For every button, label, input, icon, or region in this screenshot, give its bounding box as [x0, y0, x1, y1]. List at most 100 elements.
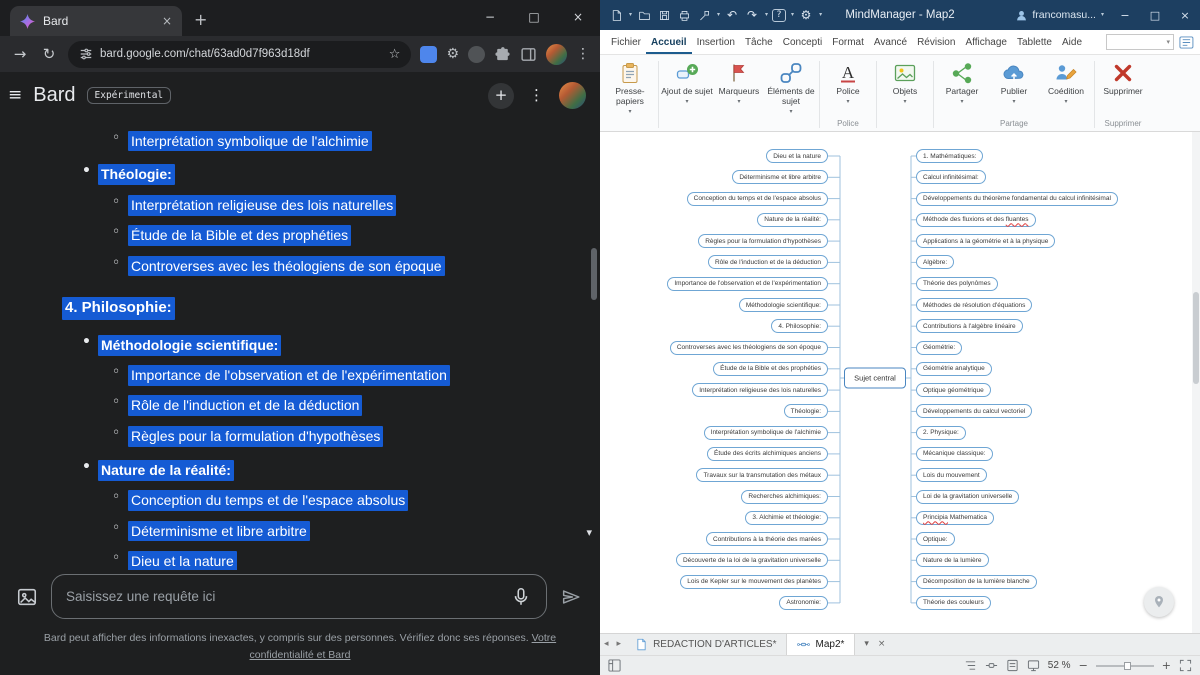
map-topic[interactable]: Étude de la Bible et des prophéties — [713, 362, 828, 376]
map-topic[interactable]: Nature de la réalité: — [757, 213, 828, 227]
new-tab-button[interactable]: + — [194, 12, 207, 28]
map-topic[interactable]: Développements du calcul vectoriel — [916, 404, 1032, 418]
outline-view-icon[interactable] — [964, 659, 977, 672]
notes-icon[interactable] — [1006, 659, 1019, 672]
profile-avatar[interactable] — [546, 44, 567, 65]
gear-icon[interactable]: ⚙ — [446, 47, 459, 61]
menu-tab-accueil[interactable]: Accueil — [646, 30, 692, 54]
undo-button[interactable]: ↶ — [724, 6, 740, 24]
new-chat-button[interactable]: + — [488, 83, 514, 109]
ribbon-button-publier[interactable]: Publier▾ — [988, 57, 1040, 118]
map-topic[interactable]: Contributions à la théorie des marées — [706, 532, 828, 546]
map-topic[interactable]: Dieu et la nature — [766, 149, 828, 163]
menu-tab-revision[interactable]: Révision — [912, 30, 960, 54]
prompt-box[interactable] — [51, 574, 547, 619]
map-topic[interactable]: Interprétation religieuse des lois natur… — [692, 383, 828, 397]
map-topic[interactable]: Travaux sur la transmutation des métaux — [696, 468, 828, 482]
address-bar[interactable]: bard.google.com/chat/63ad0d7f963d18df ☆ — [68, 41, 411, 68]
sheet-tab-redaction-d-articles[interactable]: REDACTION D'ARTICLES* — [625, 634, 787, 655]
menu-tab-affichage[interactable]: Affichage — [960, 30, 1012, 54]
scroll-down-icon[interactable]: ▾ — [586, 527, 592, 538]
close-sheet-icon[interactable]: × — [878, 640, 886, 649]
zoom-out-button[interactable]: − — [1079, 660, 1088, 671]
map-topic[interactable]: Méthode des fluxions et des fluantes — [916, 213, 1036, 227]
redo-button[interactable]: ↷ — [744, 6, 760, 24]
search-box[interactable]: ▾ — [1106, 34, 1174, 50]
account-avatar[interactable] — [559, 82, 586, 109]
map-topic[interactable]: Optique géométrique — [916, 383, 991, 397]
sheet-list-icon[interactable]: ▾ — [864, 640, 869, 649]
reload-icon[interactable]: ↻ — [39, 47, 59, 62]
help-button[interactable]: ? — [772, 9, 786, 22]
sheet-nav-right-icon[interactable]: ▸ — [613, 640, 626, 649]
map-topic[interactable]: Géométrie analytique — [916, 362, 992, 376]
menu-tab-fichier[interactable]: Fichier — [606, 30, 646, 54]
extension-icon[interactable] — [468, 46, 485, 63]
browser-tab-bard[interactable]: Bard × — [10, 6, 182, 36]
zoom-slider-thumb[interactable] — [1124, 662, 1131, 670]
minimize-button[interactable]: − — [468, 0, 512, 34]
close-button[interactable]: × — [556, 0, 600, 34]
map-topic[interactable]: Découverte de la loi de la gravitation u… — [676, 553, 828, 567]
new-document-button[interactable] — [608, 6, 624, 24]
close-button[interactable]: × — [1170, 0, 1200, 30]
tab-close-icon[interactable]: × — [162, 15, 172, 27]
bookmark-star-icon[interactable]: ☆ — [389, 48, 401, 61]
menu-icon[interactable]: ≡ — [8, 87, 22, 104]
touch-mode-icon[interactable] — [1179, 36, 1194, 49]
map-topic[interactable]: Lois de Kepler sur le mouvement des plan… — [680, 575, 828, 589]
map-topic[interactable]: Méthodologie scientifique: — [739, 298, 828, 312]
scrollbar-thumb[interactable] — [591, 248, 597, 300]
central-topic[interactable]: Sujet central — [844, 368, 906, 389]
map-topic[interactable]: Théorie des polynômes — [916, 277, 998, 291]
panels-icon[interactable] — [608, 659, 621, 672]
maximize-button[interactable]: □ — [512, 0, 556, 34]
map-topic[interactable]: 4. Philosophie: — [771, 319, 828, 333]
maximize-button[interactable]: □ — [1140, 0, 1170, 30]
map-topic[interactable]: Applications à la géométrie et à la phys… — [916, 234, 1055, 248]
presentation-icon[interactable] — [1027, 659, 1040, 672]
menu-tab-avance[interactable]: Avancé — [869, 30, 912, 54]
map-topic[interactable]: Contributions à l'algèbre linéaire — [916, 319, 1023, 333]
zoom-slider[interactable] — [1096, 661, 1154, 671]
ribbon-button-partager[interactable]: Partager▾ — [936, 57, 988, 118]
prompt-input[interactable] — [66, 589, 502, 604]
ribbon-button-ajout-de-sujet[interactable]: Ajout de sujet▾ — [661, 57, 713, 118]
map-topic[interactable]: 1. Mathématiques: — [916, 149, 983, 163]
map-topic[interactable]: Lois du mouvement — [916, 468, 987, 482]
sheet-nav-left-icon[interactable]: ◂ — [600, 640, 613, 649]
side-panel-icon[interactable] — [520, 46, 537, 63]
minimize-button[interactable]: − — [1110, 0, 1140, 30]
menu-tab-tache[interactable]: Tâche — [740, 30, 778, 54]
map-topic[interactable]: Algèbre: — [916, 255, 954, 269]
locate-button[interactable] — [1144, 587, 1174, 617]
map-topic[interactable]: 2. Physique: — [916, 426, 966, 440]
map-topic[interactable]: 3. Alchimie et théologie: — [745, 511, 828, 525]
account-chip[interactable]: francomasu... ▾ — [1009, 9, 1110, 22]
ribbon-button-objets[interactable]: Objets▾ — [879, 57, 931, 118]
map-topic[interactable]: Astronomie: — [779, 596, 828, 610]
map-topic[interactable]: Controverses avec les théologiens de son… — [670, 341, 828, 355]
open-file-button[interactable] — [636, 6, 652, 24]
ribbon-button-coedition[interactable]: Coédition▾ — [1040, 57, 1092, 118]
map-topic[interactable]: Théorie des couleurs — [916, 596, 991, 610]
menu-tab-tablette[interactable]: Tablette — [1012, 30, 1057, 54]
map-view-icon[interactable] — [985, 659, 998, 672]
map-topic[interactable]: Nature de la lumière — [916, 553, 989, 567]
map-canvas[interactable]: Dieu et la natureDéterminisme et libre a… — [600, 132, 1200, 633]
map-topic[interactable]: Conception du temps et de l'espace absol… — [687, 192, 828, 206]
ribbon-button-presse-papiers[interactable]: Presse-papiers▾ — [604, 57, 656, 118]
send-icon[interactable] — [560, 586, 582, 608]
map-topic[interactable]: Interprétation symbolique de l'alchimie — [704, 426, 828, 440]
settings-button[interactable]: ⚙ — [798, 6, 814, 24]
image-upload-icon[interactable] — [16, 586, 38, 608]
map-topic[interactable]: Principia Mathematica — [916, 511, 994, 525]
map-topic[interactable]: Règles pour la formulation d'hypothèses — [698, 234, 828, 248]
map-topic[interactable]: Rôle de l'induction et de la déduction — [708, 255, 828, 269]
menu-tab-format[interactable]: Format — [827, 30, 869, 54]
map-topic[interactable]: Méthodes de résolution d'équations — [916, 298, 1032, 312]
map-topic[interactable]: Théologie: — [784, 404, 828, 418]
ribbon-button-marqueurs[interactable]: Marqueurs▾ — [713, 57, 765, 118]
print-button[interactable] — [676, 6, 692, 24]
extensions-puzzle-icon[interactable] — [494, 46, 511, 63]
